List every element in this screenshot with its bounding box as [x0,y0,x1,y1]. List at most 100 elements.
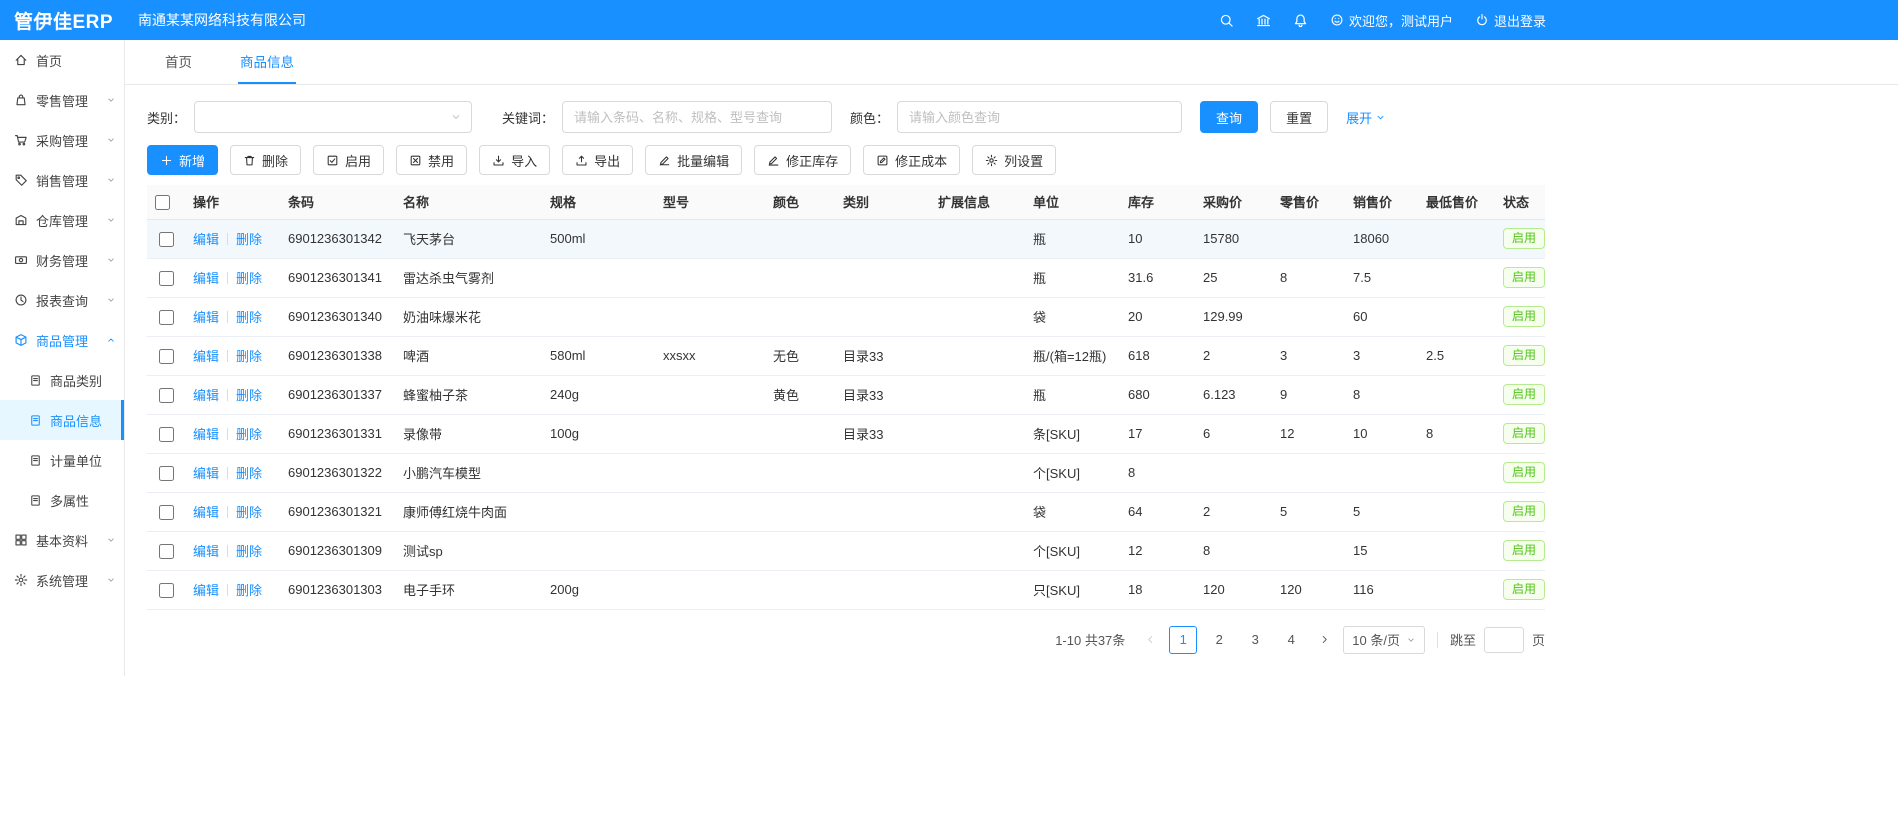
status-badge[interactable]: 启用 [1503,228,1545,249]
status-badge[interactable]: 启用 [1503,579,1545,600]
status-cell: 启用 [1495,492,1545,531]
enable-icon [326,154,339,167]
cell-sale_price: 10 [1345,414,1418,453]
delete-link[interactable]: 删除 [236,271,262,286]
status-cell: 启用 [1495,453,1545,492]
edit-link[interactable]: 编辑 [193,505,219,520]
sidebar-subitem-3[interactable]: 多属性 [0,480,124,520]
edit-link[interactable]: 编辑 [193,232,219,247]
page-button-2[interactable]: 2 [1205,626,1233,654]
expand-link[interactable]: 展开 [1346,108,1386,127]
delete-link[interactable]: 删除 [236,310,262,325]
sidebar-item-retail[interactable]: 零售管理 [0,80,124,120]
edit-link[interactable]: 编辑 [193,544,219,559]
select-all-checkbox[interactable] [155,195,170,210]
chevron-down-icon [106,535,116,545]
status-badge[interactable]: 启用 [1503,540,1545,561]
row-checkbox[interactable] [159,466,174,481]
status-badge[interactable]: 启用 [1503,423,1545,444]
cell-category [835,297,930,336]
reset-button[interactable]: 重置 [1270,101,1328,133]
search-button[interactable]: 查询 [1200,101,1258,133]
batch-edit-button[interactable]: 批量编辑 [645,145,742,175]
status-badge[interactable]: 启用 [1503,306,1545,327]
prev-page-button[interactable] [1139,626,1161,654]
welcome-user[interactable]: 欢迎您，测试用户 [1330,11,1453,30]
delete-link[interactable]: 删除 [236,349,262,364]
page-button-1[interactable]: 1 [1169,626,1197,654]
sidebar-item-report[interactable]: 报表查询 [0,280,124,320]
row-checkbox[interactable] [159,388,174,403]
sidebar-subitem-2[interactable]: 计量单位 [0,440,124,480]
export-button[interactable]: 导出 [562,145,633,175]
disable-button[interactable]: 禁用 [396,145,467,175]
status-badge[interactable]: 启用 [1503,345,1545,366]
bell-icon[interactable] [1293,13,1308,28]
edit-link[interactable]: 编辑 [193,583,219,598]
page-size-select[interactable]: 10 条/页 [1343,626,1425,654]
row-checkbox[interactable] [159,271,174,286]
sidebar-subitem-0[interactable]: 商品类别 [0,360,124,400]
edit-link[interactable]: 编辑 [193,466,219,481]
next-page-button[interactable] [1313,626,1335,654]
delete-link[interactable]: 删除 [236,232,262,247]
delete-link[interactable]: 删除 [236,388,262,403]
import-button[interactable]: 导入 [479,145,550,175]
sidebar-item-product[interactable]: 商品管理 [0,320,124,360]
edit-link[interactable]: 编辑 [193,349,219,364]
status-badge[interactable]: 启用 [1503,384,1545,405]
color-input[interactable] [897,101,1182,133]
sidebar-item-warehouse[interactable]: 仓库管理 [0,200,124,240]
fix-stock-button[interactable]: 修正库存 [754,145,851,175]
cell-min_price [1418,453,1495,492]
enable-button[interactable]: 启用 [313,145,384,175]
cell-spec: 100g [542,414,655,453]
sidebar-subitem-1[interactable]: 商品信息 [0,400,124,440]
delete-link[interactable]: 删除 [236,583,262,598]
sidebar-item-finance[interactable]: 财务管理 [0,240,124,280]
fix-cost-button[interactable]: 修正成本 [863,145,960,175]
delete-link[interactable]: 删除 [236,466,262,481]
cell-ext [930,414,1025,453]
edit-link[interactable]: 编辑 [193,271,219,286]
column-settings-button[interactable]: 列设置 [972,145,1056,175]
column-settings-icon [985,154,998,167]
toolbar-button-label: 禁用 [428,151,454,170]
status-badge[interactable]: 启用 [1503,462,1545,483]
bank-icon[interactable] [1256,13,1271,28]
delete-link[interactable]: 删除 [236,427,262,442]
keyword-input[interactable] [562,101,832,133]
delete-link[interactable]: 删除 [236,505,262,520]
category-select[interactable] [194,101,472,133]
sidebar-item-sales[interactable]: 销售管理 [0,160,124,200]
add-button[interactable]: 新增 [147,145,218,175]
sidebar-item-basic-data[interactable]: 基本资料 [0,520,124,560]
row-checkbox[interactable] [159,505,174,520]
jump-input[interactable] [1484,627,1524,653]
edit-link[interactable]: 编辑 [193,310,219,325]
status-cell: 启用 [1495,219,1545,258]
cell-spec [542,492,655,531]
logout-button[interactable]: 退出登录 [1475,11,1546,30]
page-button-3[interactable]: 3 [1241,626,1269,654]
edit-link[interactable]: 编辑 [193,427,219,442]
tabs-bar: 首页商品信息 [125,40,1898,85]
tab-1[interactable]: 商品信息 [238,40,296,84]
row-checkbox[interactable] [159,427,174,442]
sidebar-item-home[interactable]: 首页 [0,40,124,80]
sidebar-item-system[interactable]: 系统管理 [0,560,124,600]
edit-link[interactable]: 编辑 [193,388,219,403]
status-badge[interactable]: 启用 [1503,501,1545,522]
row-checkbox[interactable] [159,310,174,325]
status-badge[interactable]: 启用 [1503,267,1545,288]
page-button-4[interactable]: 4 [1277,626,1305,654]
row-checkbox[interactable] [159,349,174,364]
search-icon[interactable] [1219,13,1234,28]
sidebar-item-purchase[interactable]: 采购管理 [0,120,124,160]
delete-link[interactable]: 删除 [236,544,262,559]
row-checkbox[interactable] [159,544,174,559]
tab-0[interactable]: 首页 [163,40,194,84]
row-checkbox[interactable] [159,232,174,247]
row-checkbox[interactable] [159,583,174,598]
delete-button[interactable]: 删除 [230,145,301,175]
